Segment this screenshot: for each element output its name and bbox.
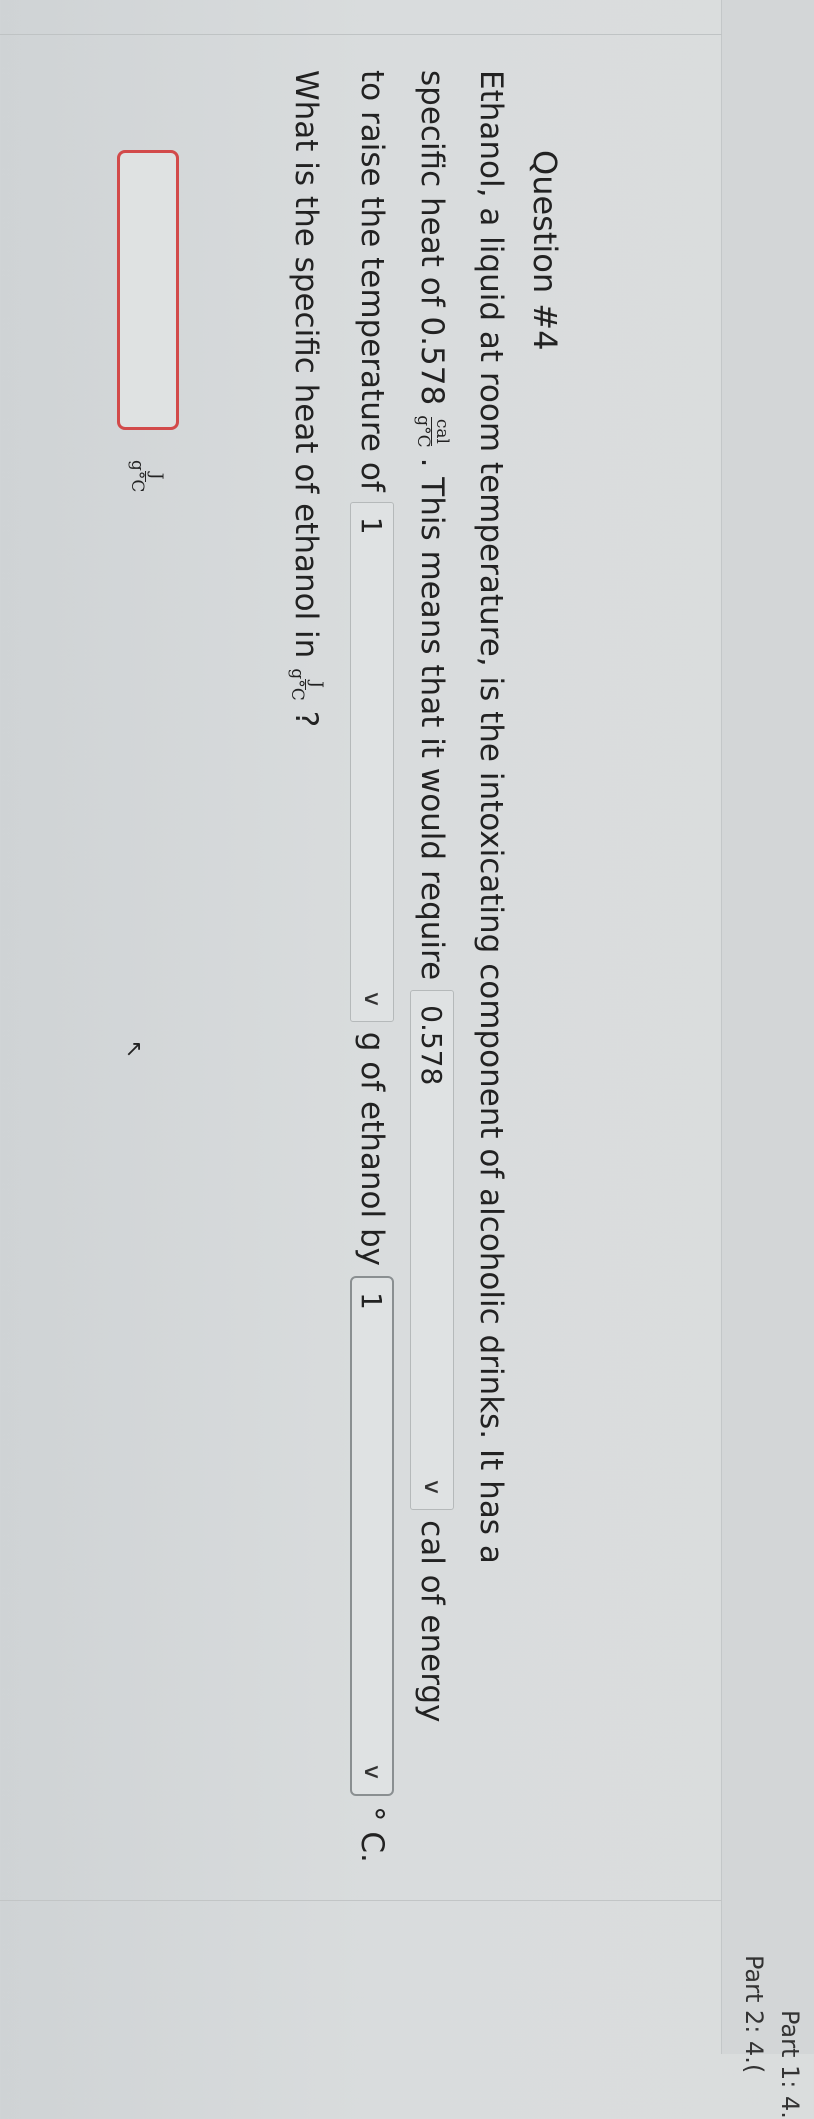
question-text: ? <box>287 710 324 728</box>
mass-dropdown[interactable]: 1 ∨ <box>350 501 394 1022</box>
question-line-4: What is the specific heat of ethanol in … <box>287 70 326 728</box>
dropdown-value: 1 <box>355 516 389 535</box>
unit-fraction-cal: cal g°C <box>413 413 453 449</box>
answer-unit-fraction: J g°C <box>127 458 166 494</box>
mouse-pointer-icon: ↖ <box>121 1040 146 1059</box>
question-line-1: Ethanol, a liquid at room temperature, i… <box>473 70 509 1564</box>
temperature-dropdown[interactable]: 1 ∨ <box>350 1275 394 1796</box>
unit-fraction-j: J g°C <box>287 666 326 702</box>
question-text: specific heat of 0.578 <box>414 70 450 406</box>
question-panel: Part 1: 4. Part 2: 4.( Question #4 Ethan… <box>0 0 814 2119</box>
question-text: g of ethanol by <box>354 1031 390 1266</box>
chevron-down-icon: ∨ <box>359 989 385 1009</box>
question-text: cal of energy <box>414 1520 450 1723</box>
question-text: Ethanol, a liquid at room temperature, i… <box>473 70 509 1564</box>
fraction-denominator: g°C <box>127 460 148 493</box>
dropdown-value: 0.578 <box>415 1005 449 1086</box>
question-text: ° C. <box>354 1805 390 1863</box>
fraction-denominator: g°C <box>287 668 308 701</box>
fraction-numerator: cal <box>431 416 453 446</box>
part-1-label[interactable]: Part 1: 4. <box>776 2010 804 2119</box>
question-text: What is the specific heat of ethanol in <box>287 70 324 659</box>
question-line-3: to raise the temperature of 1 ∨ g of eth… <box>350 70 394 1863</box>
dropdown-value: 1 <box>355 1291 389 1310</box>
question-title: Question #4 <box>526 150 564 351</box>
question-text: to raise the temperature of <box>354 70 390 492</box>
energy-dropdown[interactable]: 0.578 ∨ <box>410 990 454 1511</box>
question-text: . This means that it would require <box>414 457 450 981</box>
fraction-numerator: J <box>145 470 166 482</box>
chevron-down-icon: ∨ <box>419 1477 445 1497</box>
chevron-down-icon: ∨ <box>359 1762 385 1782</box>
fraction-denominator: g°C <box>413 415 434 448</box>
part-2-label[interactable]: Part 2: 4.( <box>740 1955 768 2073</box>
fraction-numerator: J <box>305 679 326 690</box>
answer-input[interactable] <box>117 150 179 430</box>
question-line-2: specific heat of 0.578 cal g°C . This me… <box>410 70 454 1722</box>
